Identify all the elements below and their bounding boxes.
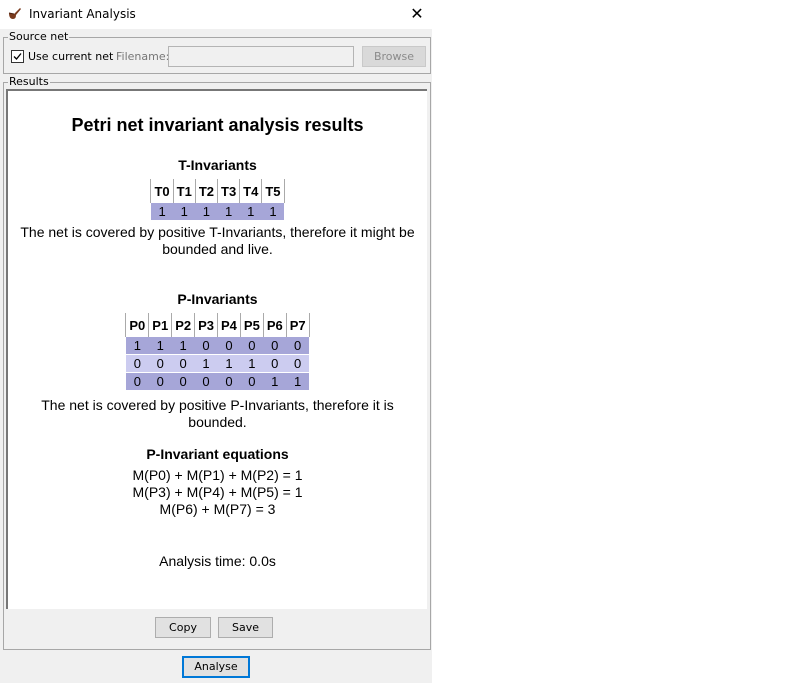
table-cell: 1	[217, 203, 240, 220]
column-header: P0	[125, 313, 150, 337]
t-invariants-table-wrap: T0 T1 T2 T3 T4 T5 1 1 1 1 1 1	[8, 179, 427, 220]
table-cell: 0	[125, 372, 149, 390]
equation-line: M(P0) + M(P1) + M(P2) = 1	[132, 467, 303, 483]
table-cell: 1	[239, 203, 262, 220]
table-cell: 1	[286, 372, 310, 390]
table-cell: 0	[171, 372, 195, 390]
column-header: P5	[239, 313, 264, 337]
column-header: T2	[194, 179, 219, 203]
column-header: P2	[171, 313, 196, 337]
equation-list: M(P0) + M(P1) + M(P2) = 1 M(P3) + M(P4) …	[8, 467, 427, 518]
p-invariants-table-wrap: P0 P1 P2 P3 P4 P5 P6 P7 1 1 1 0 0 0 0 0 0 0 0 1 1 1 0 0 0 0 0 0 0 0 1 1	[8, 313, 427, 390]
table-cell: 0	[171, 354, 195, 373]
source-net-group: Source net Use current net Filename: Bro…	[3, 30, 431, 74]
table-row: 11100000	[125, 337, 310, 355]
table-cell: 1	[173, 203, 196, 220]
table-cell: 0	[240, 372, 264, 390]
table-cell: 0	[148, 354, 172, 373]
table-cell: 1	[263, 372, 287, 390]
close-button[interactable]: ✕	[404, 3, 430, 25]
use-current-net-label: Use current net	[28, 49, 114, 63]
table-cell: 0	[194, 337, 218, 355]
column-header: T4	[239, 179, 263, 203]
results-pane[interactable]: Petri net invariant analysis results T-I…	[6, 89, 427, 609]
table-row: 00000011	[125, 372, 310, 390]
results-legend: Results	[8, 75, 50, 88]
title-bar: Invariant Analysis ✕	[0, 0, 432, 29]
table-cell: 0	[194, 372, 218, 390]
p-invariants-title: P-Invariants	[177, 291, 258, 307]
column-header: T3	[216, 179, 241, 203]
column-header: P3	[194, 313, 218, 337]
table-cell: 0	[286, 337, 310, 355]
filename-label: Filename:	[116, 50, 170, 63]
table-cell: 0	[125, 354, 149, 373]
table-row: 00011100	[125, 354, 310, 373]
table-cell: 0	[286, 354, 310, 373]
table-cell: 0	[263, 354, 287, 373]
table-cell: 0	[263, 337, 287, 355]
table-cell: 1	[171, 337, 195, 355]
table-cell: 1	[217, 354, 241, 373]
equation-line: M(P3) + M(P4) + M(P5) = 1	[132, 484, 303, 500]
analyse-button[interactable]: Analyse	[182, 656, 250, 678]
t-invariants-conclusion: The net is covered by positive T-Invaria…	[20, 224, 415, 257]
table-header-row: T0 T1 T2 T3 T4 T5	[150, 179, 285, 203]
table-cell: 0	[148, 372, 172, 390]
use-current-net-checkbox[interactable]: Use current net	[11, 49, 113, 63]
table-cell: 1	[125, 337, 149, 355]
results-heading: Petri net invariant analysis results	[71, 115, 364, 135]
column-header: P4	[217, 313, 241, 337]
copy-button[interactable]: Copy	[155, 617, 211, 638]
save-button[interactable]: Save	[218, 617, 273, 638]
t-invariants-table: T0 T1 T2 T3 T4 T5 1 1 1 1 1 1	[150, 179, 285, 220]
column-header: P7	[285, 313, 310, 337]
table-cell: 1	[240, 354, 264, 373]
table-cell: 1	[194, 354, 218, 373]
p-invariant-equations-title: P-Invariant equations	[146, 446, 289, 462]
window-title: Invariant Analysis	[29, 7, 136, 21]
browse-button[interactable]: Browse	[362, 46, 426, 67]
table-header-row: P0 P1 P2 P3 P4 P5 P6 P7	[125, 313, 310, 337]
analysis-time: Analysis time: 0.0s	[159, 553, 276, 569]
p-invariants-table: P0 P1 P2 P3 P4 P5 P6 P7 1 1 1 0 0 0 0 0 0 0 0 1 1 1 0 0 0 0 0 0 0 0 1 1	[125, 313, 310, 390]
p-invariants-conclusion: The net is covered by positive P-Invaria…	[41, 397, 394, 430]
equation-line: M(P6) + M(P7) = 3	[159, 501, 276, 517]
t-invariants-title: T-Invariants	[178, 157, 257, 173]
table-cell: 1	[150, 203, 174, 220]
invariant-analysis-window: Invariant Analysis ✕ Source net Use curr…	[0, 0, 432, 683]
checkbox-checked-icon[interactable]	[11, 49, 24, 63]
table-cell: 1	[261, 203, 285, 220]
pipe-icon	[7, 6, 23, 22]
table-cell: 0	[217, 337, 241, 355]
column-header: T0	[150, 179, 174, 203]
column-header: P6	[262, 313, 287, 337]
column-header: T5	[261, 179, 285, 203]
filename-field[interactable]	[168, 46, 354, 67]
source-net-legend: Source net	[8, 30, 70, 43]
column-header: P1	[148, 313, 173, 337]
results-group: Results Petri net invariant analysis res…	[3, 75, 431, 650]
table-row: 111111	[150, 203, 285, 220]
table-cell: 0	[240, 337, 264, 355]
table-cell: 0	[217, 372, 241, 390]
column-header: T1	[172, 179, 196, 203]
table-cell: 1	[148, 337, 172, 355]
table-cell: 1	[195, 203, 218, 220]
